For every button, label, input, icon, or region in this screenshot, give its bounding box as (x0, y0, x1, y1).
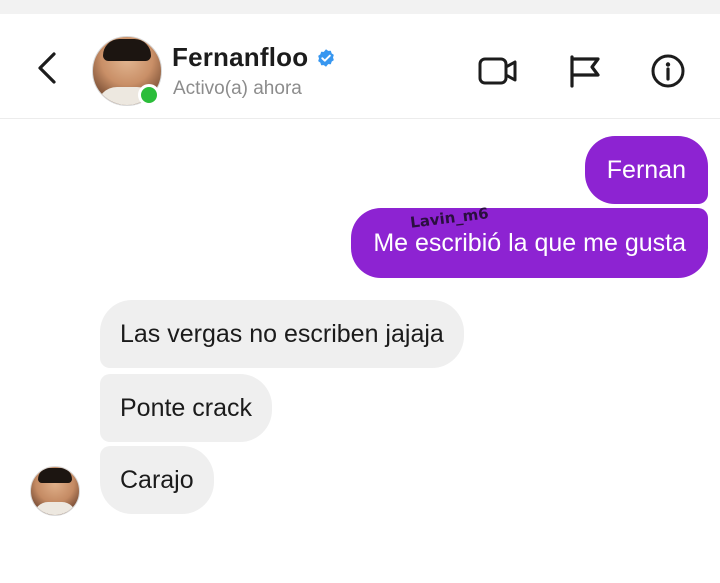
back-button[interactable] (30, 50, 66, 86)
top-strip (0, 0, 720, 14)
info-icon (651, 54, 685, 88)
info-button[interactable] (648, 54, 688, 88)
sent-message[interactable]: Me escribió la que me gusta (351, 208, 708, 278)
received-message[interactable]: Las vergas no escriben jajaja (100, 300, 464, 368)
chat-screen: Fernanfloo Activo(a) ahora Fernan Me esc… (0, 0, 720, 583)
flag-icon (570, 55, 600, 88)
sent-message[interactable]: Fernan (584, 136, 708, 204)
message-thread[interactable]: Fernan Me escribió la que me gusta Lavin… (0, 118, 720, 583)
contact-name-row[interactable]: Fernanfloo (172, 42, 336, 73)
sender-avatar[interactable] (30, 466, 80, 516)
received-message[interactable]: Ponte crack (100, 374, 273, 442)
report-button[interactable] (566, 54, 606, 88)
chat-header: Fernanfloo Activo(a) ahora (0, 14, 720, 119)
contact-name: Fernanfloo (172, 42, 309, 72)
active-status: Activo(a) ahora (173, 78, 302, 99)
chevron-left-icon (38, 52, 56, 84)
received-message[interactable]: Carajo (100, 446, 214, 514)
video-call-icon (478, 57, 517, 85)
contact-avatar[interactable] (92, 36, 162, 106)
verified-badge-icon (318, 48, 335, 67)
video-call-button[interactable] (478, 54, 518, 88)
online-status-dot (138, 84, 160, 106)
